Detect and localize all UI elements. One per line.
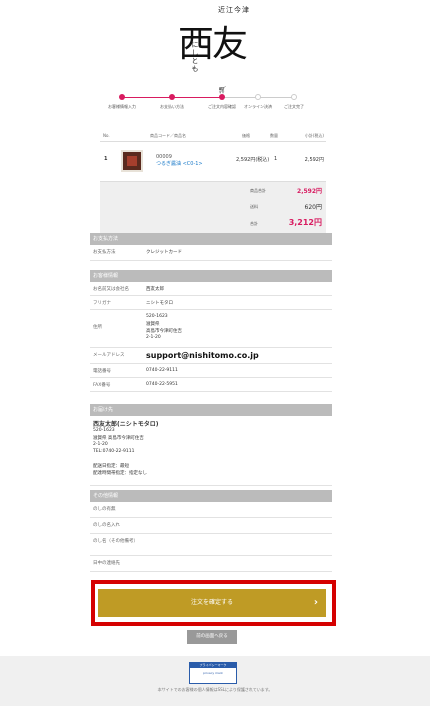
section-title: お支払方法 — [90, 233, 332, 245]
step-5: ご注文完了 — [274, 93, 314, 110]
confirm-order-button[interactable]: 注文を確定する › — [98, 589, 326, 617]
privacy-mark-badge: プライバシーマーク privacy mark — [189, 662, 237, 684]
items-total: 2,592円 — [297, 188, 322, 195]
order-summary: 商品合計 2,592円 送料 620円 合計 3,212円 — [100, 182, 326, 234]
logo-top-text: 近江今津 — [218, 6, 250, 14]
other-info-section: その他情報 のしの有無 のしの名入れ のし名（その他備考） 日中の連絡先 — [90, 490, 332, 572]
order-table: No. 商品コード／商品名 価格 数量 小計(税込) 1 00009 つるぎ醤油… — [100, 130, 326, 234]
table-row: 1 00009 つるぎ醤油 <C0-1> 2,592円(税込) 1 2,592円 — [100, 142, 326, 182]
grand-total: 3,212円 — [288, 218, 322, 227]
customer-email: support@nishitomo.co.jp — [146, 351, 259, 360]
delivery-name: 西友太郎(ニシトモタロ) — [93, 421, 159, 428]
customer-section: お客様情報 お名前又は会社名 西友太郎 フリガナ ニシトモタロ 住所 520-162… — [90, 270, 332, 392]
footer: プライバシーマーク privacy mark 本サイトでのお客様の個人情報はSS… — [0, 656, 430, 706]
payment-method: クレジットカード — [146, 250, 182, 255]
product-name-link[interactable]: つるぎ醤油 <C0-1> — [156, 160, 203, 167]
customer-fax: 0740-22-5951 — [146, 382, 178, 387]
checkout-steps: 🛒︎ お客様情報入力 お支払い方法 ご注文内容確認 オンライン決済 ご注文完了 — [108, 86, 310, 112]
payment-section: お支払方法 お支払方法 クレジットカード — [90, 233, 332, 261]
section-title: その他情報 — [90, 490, 332, 502]
back-button[interactable]: 前の画面へ戻る — [187, 630, 237, 644]
order-table-header: No. 商品コード／商品名 価格 数量 小計(税込) — [100, 130, 326, 142]
logo-side-text: にしとも — [191, 41, 199, 73]
line-subtotal: 2,592円 — [304, 157, 324, 163]
section-title: お届け先 — [90, 404, 332, 416]
customer-tel: 0740-22-9111 — [146, 368, 178, 373]
section-title: お客様情報 — [90, 270, 332, 282]
site-logo: 近江今津 西友 にしとも — [178, 5, 258, 77]
product-thumbnail — [121, 150, 143, 172]
step-2: お支払い方法 — [152, 93, 192, 110]
customer-name: 西友太郎 — [146, 287, 164, 292]
customer-kana: ニシトモタロ — [146, 301, 173, 306]
chevron-right-icon: › — [313, 597, 318, 608]
delivery-section: お届け先 西友太郎(ニシトモタロ) 520-1623 滋賀県 高島市今津町住吉 … — [90, 404, 332, 486]
step-3-current: ご注文内容確認 — [202, 93, 242, 110]
step-4: オンライン決済 — [238, 93, 278, 110]
shipping-fee: 620円 — [304, 204, 322, 211]
logo-main-text: 西友 — [178, 24, 248, 65]
quantity: 1 — [274, 156, 278, 162]
step-1: お客様情報入力 — [102, 93, 142, 110]
unit-price: 2,592円(税込) — [236, 157, 270, 163]
footer-note: 本サイトでのお客様の個人情報はSSLにより保護されています。 — [157, 687, 273, 692]
